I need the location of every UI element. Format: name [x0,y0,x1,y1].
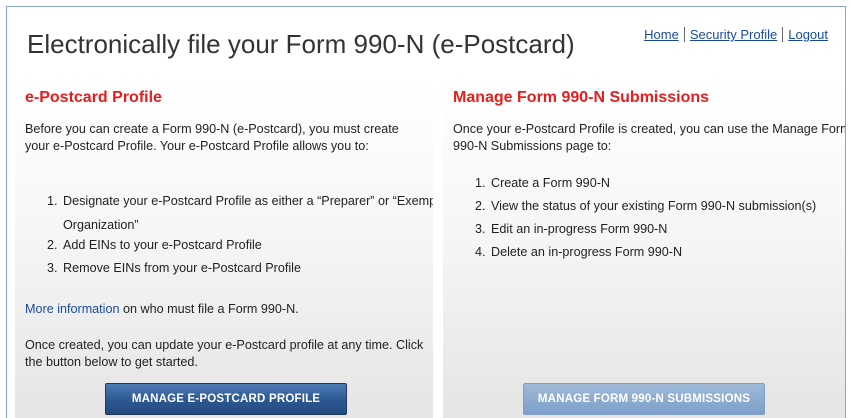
submissions-intro-text: Once your e-Postcard Profile is created,… [453,122,846,153]
profile-closing-text: Once created, you can update your e-Post… [25,338,424,369]
main-frame: Electronically file your Form 990-N (e-P… [6,6,846,418]
home-link[interactable]: Home [639,27,684,42]
list-item: Designate your e-Postcard Profile as eit… [61,189,433,237]
security-profile-link[interactable]: Security Profile [683,27,783,42]
profile-intro-text: Before you can create a Form 990-N (e-Po… [25,122,399,153]
list-item: Add EINs to your e-Postcard Profile [61,237,433,254]
more-information-link[interactable]: More information [25,302,120,316]
manage-submissions-heading: Manage Form 990-N Submissions [453,89,710,106]
page-title: Electronically file your Form 990-N (e-P… [27,29,575,59]
manage-submissions-panel: Manage Form 990-N Submissions Once your … [443,81,846,418]
logout-link[interactable]: Logout [782,27,833,42]
more-info-rest: on who must file a Form 990-N. [119,302,299,316]
list-item: View the status of your existing Form 99… [489,198,845,215]
profile-capabilities-list: Designate your e-Postcard Profile as eit… [25,189,433,283]
submissions-capabilities-list: Create a Form 990-N View the status of y… [453,175,845,267]
manage-form-990-n-submissions-button[interactable]: MANAGE FORM 990-N SUBMISSIONS [523,383,765,415]
more-info-text: More information on who must file a Form… [25,301,425,318]
list-item: Edit an in-progress Form 990-N [489,221,845,238]
manage-e-postcard-profile-button[interactable]: MANAGE E-POSTCARD PROFILE [105,383,347,415]
list-item: Remove EINs from your e-Postcard Profile [61,260,433,277]
list-item: Create a Form 990-N [489,175,845,192]
top-nav: Home Security Profile Logout [639,27,833,42]
list-item: Delete an in-progress Form 990-N [489,244,845,261]
e-postcard-profile-panel: e-Postcard Profile Before you can create… [15,81,433,418]
e-postcard-profile-heading: e-Postcard Profile [25,89,162,106]
